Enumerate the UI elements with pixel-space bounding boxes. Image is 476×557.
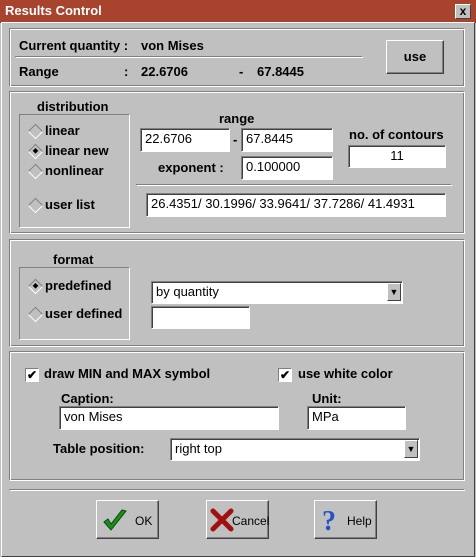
exponent-field[interactable]: 0.100000 [241,156,333,180]
x-icon [210,508,234,532]
contours-label: no. of contours [349,127,444,142]
cancel-label: Cancel [232,514,270,528]
format-heading: format [53,252,94,267]
display-options-panel: ✔ draw MIN and MAX symbol ✔ use white co… [9,351,465,481]
radio-linear-new-indicator[interactable] [27,143,44,160]
distribution-heading: distribution [37,99,109,114]
caption-label: Caption: [61,391,114,406]
draw-minmax-checkbox[interactable]: ✔ draw MIN and MAX symbol [25,366,225,384]
radio-linear-indicator[interactable] [27,123,44,140]
use-button[interactable]: use [386,40,444,74]
svg-text:?: ? [322,506,336,534]
bottom-separator [9,489,465,491]
window-title: Results Control [5,3,102,18]
checkmark-icon [103,509,127,531]
unit-label: Unit: [312,391,342,406]
range-min-value: 22.6706 [141,64,188,79]
range-heading: range [219,111,255,126]
radio-linear-label: linear [45,123,80,138]
close-button[interactable]: x [455,4,471,19]
format-panel: format predefined user defined by quanti… [9,239,465,347]
range-max-value: 67.8445 [257,64,304,79]
radio-user-defined-label: user defined [45,306,123,321]
radio-predefined-label: predefined [45,278,112,293]
radio-nonlinear-indicator[interactable] [27,163,44,180]
range-colon: : [124,64,129,79]
radio-user-defined-indicator[interactable] [27,306,44,323]
radio-predefined-indicator[interactable] [27,278,44,295]
contours-field[interactable]: 11 [348,145,446,168]
question-icon: ? [322,506,336,534]
radio-linear-new[interactable]: linear new [27,143,128,161]
table-position-label: Table position: [53,441,145,456]
unit-field[interactable]: MPa [307,406,406,430]
radio-user-defined[interactable]: user defined [27,306,128,324]
white-color-checkbox[interactable]: ✔ use white color [278,366,428,384]
radio-nonlinear-label: nonlinear [45,163,104,178]
separator [15,56,363,58]
title-bar: Results Control x [0,0,476,23]
range-min-field[interactable]: 22.6706 [140,128,230,152]
radio-linear-new-label: linear new [45,143,109,158]
radio-user-list[interactable]: user list [27,197,128,215]
radio-linear[interactable]: linear [27,123,118,141]
range-field-dash: - [233,132,238,147]
predefined-format-value: by quantity [156,284,219,299]
predefined-format-select[interactable]: by quantity [151,281,403,304]
user-defined-format-field[interactable] [151,306,250,329]
help-button[interactable]: ? Help [314,500,377,539]
radio-user-list-label: user list [45,197,95,212]
current-quantity-value: von Mises [141,38,204,53]
ok-label: OK [135,514,153,528]
range-max-field[interactable]: 67.8445 [241,128,333,152]
exponent-label: exponent : [158,160,224,175]
table-position-select[interactable]: right top [170,438,420,461]
white-color-check-icon[interactable]: ✔ [278,368,292,382]
draw-minmax-check-icon[interactable]: ✔ [25,368,39,382]
radio-predefined[interactable]: predefined [27,278,128,296]
current-quantity-panel: Current quantity : von Mises Range : 22.… [9,28,465,87]
chevron-down-icon[interactable]: ▼ [387,283,401,301]
current-quantity-label: Current quantity : [19,38,129,53]
white-color-label: use white color [298,366,393,381]
range-dash: - [239,64,244,79]
draw-minmax-label: draw MIN and MAX symbol [44,366,211,381]
chevron-down-icon[interactable]: ▼ [404,440,418,458]
user-list-separator [136,184,452,186]
user-list-field[interactable]: 26.4351/ 30.1996/ 33.9641/ 37.7286/ 41.4… [146,193,446,217]
help-label: Help [347,514,372,528]
table-position-value: right top [175,441,222,456]
ok-button[interactable]: OK [96,500,159,539]
range-label: Range [19,64,59,79]
distribution-panel: distribution linear linear new nonlinear… [9,91,465,234]
cancel-button[interactable]: Cancel [206,500,269,539]
radio-user-list-indicator[interactable] [27,197,44,214]
radio-nonlinear[interactable]: nonlinear [27,163,128,181]
caption-field[interactable]: von Mises [59,406,279,430]
